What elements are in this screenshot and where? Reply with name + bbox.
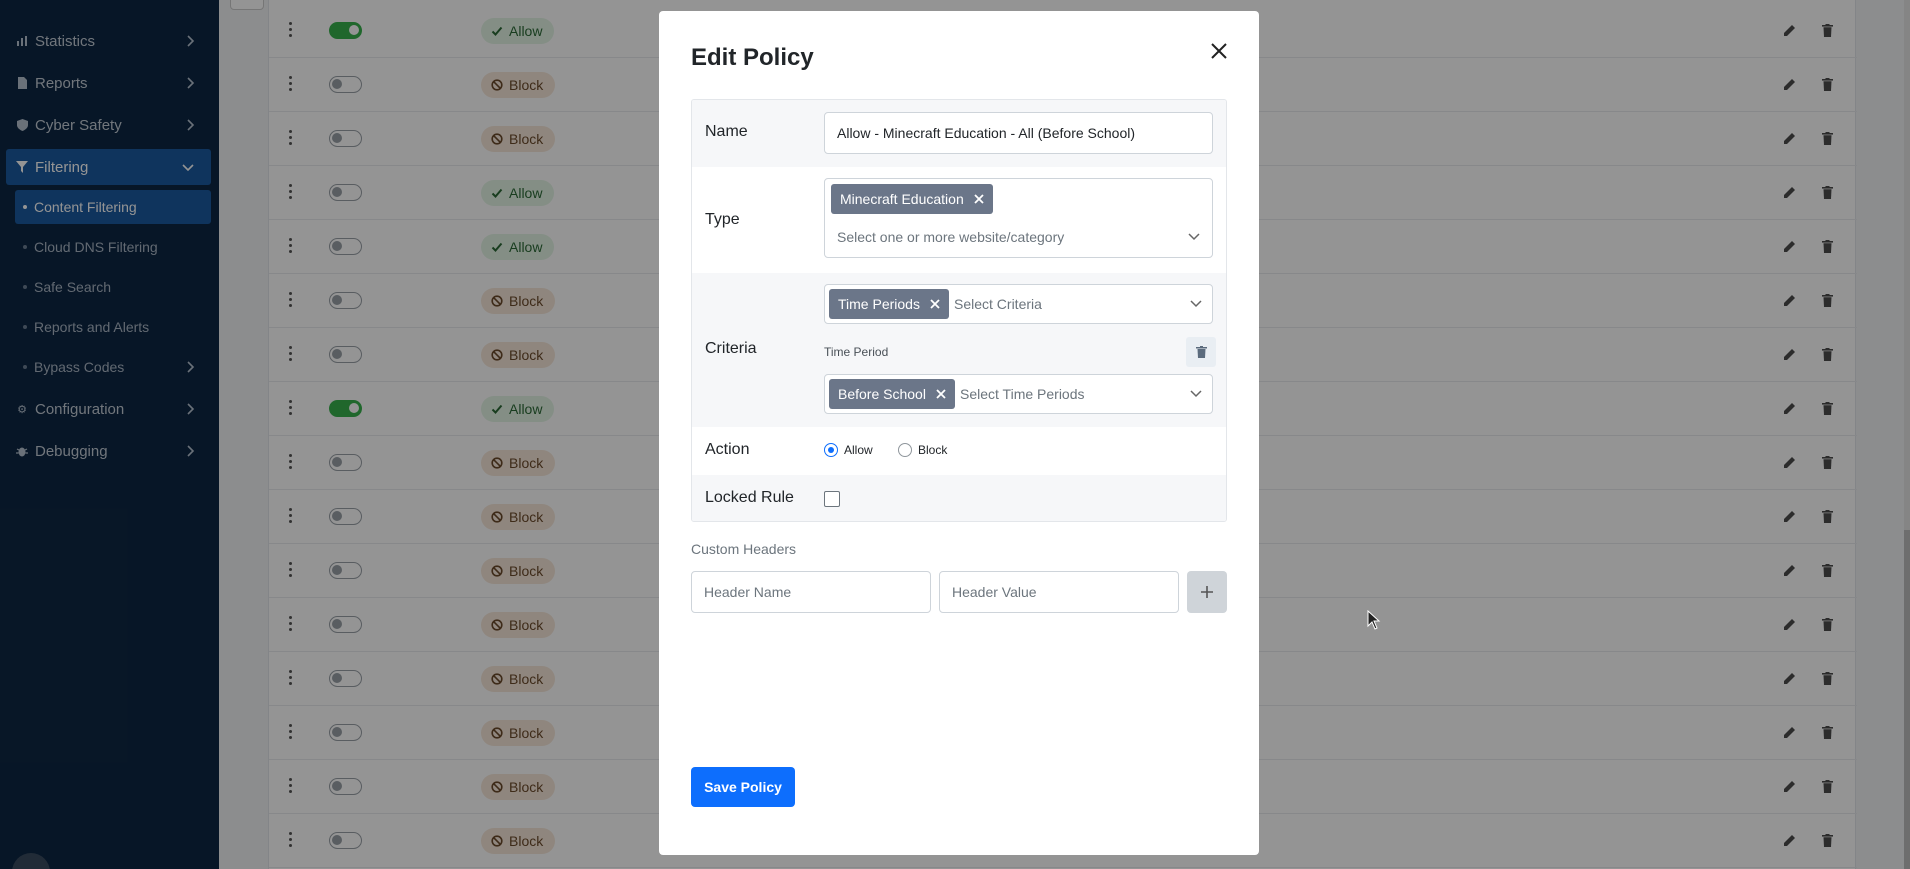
time-period-chip: Before School (829, 379, 955, 409)
type-placeholder: Select one or more website/category (837, 229, 1065, 245)
plus-icon (1201, 586, 1213, 598)
chevron-down-icon (1190, 300, 1202, 308)
chevron-down-icon (1188, 233, 1200, 241)
radio-allow[interactable] (824, 443, 838, 457)
form-row-type: Type Minecraft Education Select one or m… (692, 167, 1226, 273)
delete-criteria-button[interactable] (1186, 337, 1216, 367)
action-block-radio[interactable]: Block (898, 443, 947, 457)
form-row-criteria: Criteria Time Periods Select Criteria Ti… (692, 273, 1226, 427)
criteria-label: Criteria (705, 340, 757, 357)
remove-chip-icon[interactable] (930, 299, 940, 309)
time-period-placeholder: Select Time Periods (960, 386, 1085, 402)
save-policy-button[interactable]: Save Policy (691, 767, 795, 807)
remove-chip-icon[interactable] (974, 194, 984, 204)
name-input[interactable]: Allow - Minecraft Education - All (Befor… (824, 112, 1213, 154)
mouse-cursor (1367, 610, 1381, 630)
policy-form: Name Allow - Minecraft Education - All (… (691, 99, 1227, 522)
criteria-chip-label: Time Periods (838, 296, 920, 312)
type-chip-label: Minecraft Education (840, 191, 964, 207)
locked-rule-label: Locked Rule (705, 489, 794, 506)
custom-headers-label: Custom Headers (691, 541, 797, 557)
time-period-select[interactable]: Before School Select Time Periods (824, 374, 1213, 414)
add-header-button[interactable] (1187, 571, 1227, 613)
close-icon[interactable] (1209, 41, 1229, 61)
edit-policy-modal: Edit Policy Name Allow - Minecraft Educa… (659, 11, 1259, 855)
type-select[interactable]: Minecraft Education Select one or more w… (824, 178, 1213, 258)
criteria-chip: Time Periods (829, 289, 949, 319)
radio-block[interactable] (898, 443, 912, 457)
action-label: Action (705, 441, 750, 458)
radio-block-label: Block (918, 443, 948, 457)
header-value-input[interactable]: Header Value (939, 571, 1179, 613)
radio-allow-label: Allow (844, 443, 873, 457)
form-row-action: Action Allow Block (692, 427, 1226, 475)
type-label: Type (705, 211, 740, 228)
form-row-locked: Locked Rule (692, 475, 1226, 521)
remove-chip-icon[interactable] (936, 389, 946, 399)
name-label: Name (705, 123, 748, 140)
locked-rule-checkbox[interactable] (824, 491, 840, 507)
criteria-select[interactable]: Time Periods Select Criteria (824, 284, 1213, 324)
time-period-chip-label: Before School (838, 386, 926, 402)
criteria-placeholder: Select Criteria (954, 296, 1042, 312)
action-allow-radio[interactable]: Allow (824, 443, 873, 457)
header-name-input[interactable]: Header Name (691, 571, 931, 613)
type-chip: Minecraft Education (831, 184, 993, 214)
chevron-down-icon (1190, 390, 1202, 398)
form-row-name: Name Allow - Minecraft Education - All (… (692, 100, 1226, 167)
time-period-label: Time Period (824, 345, 889, 359)
modal-title: Edit Policy (691, 44, 814, 71)
trash-icon (1195, 346, 1207, 358)
